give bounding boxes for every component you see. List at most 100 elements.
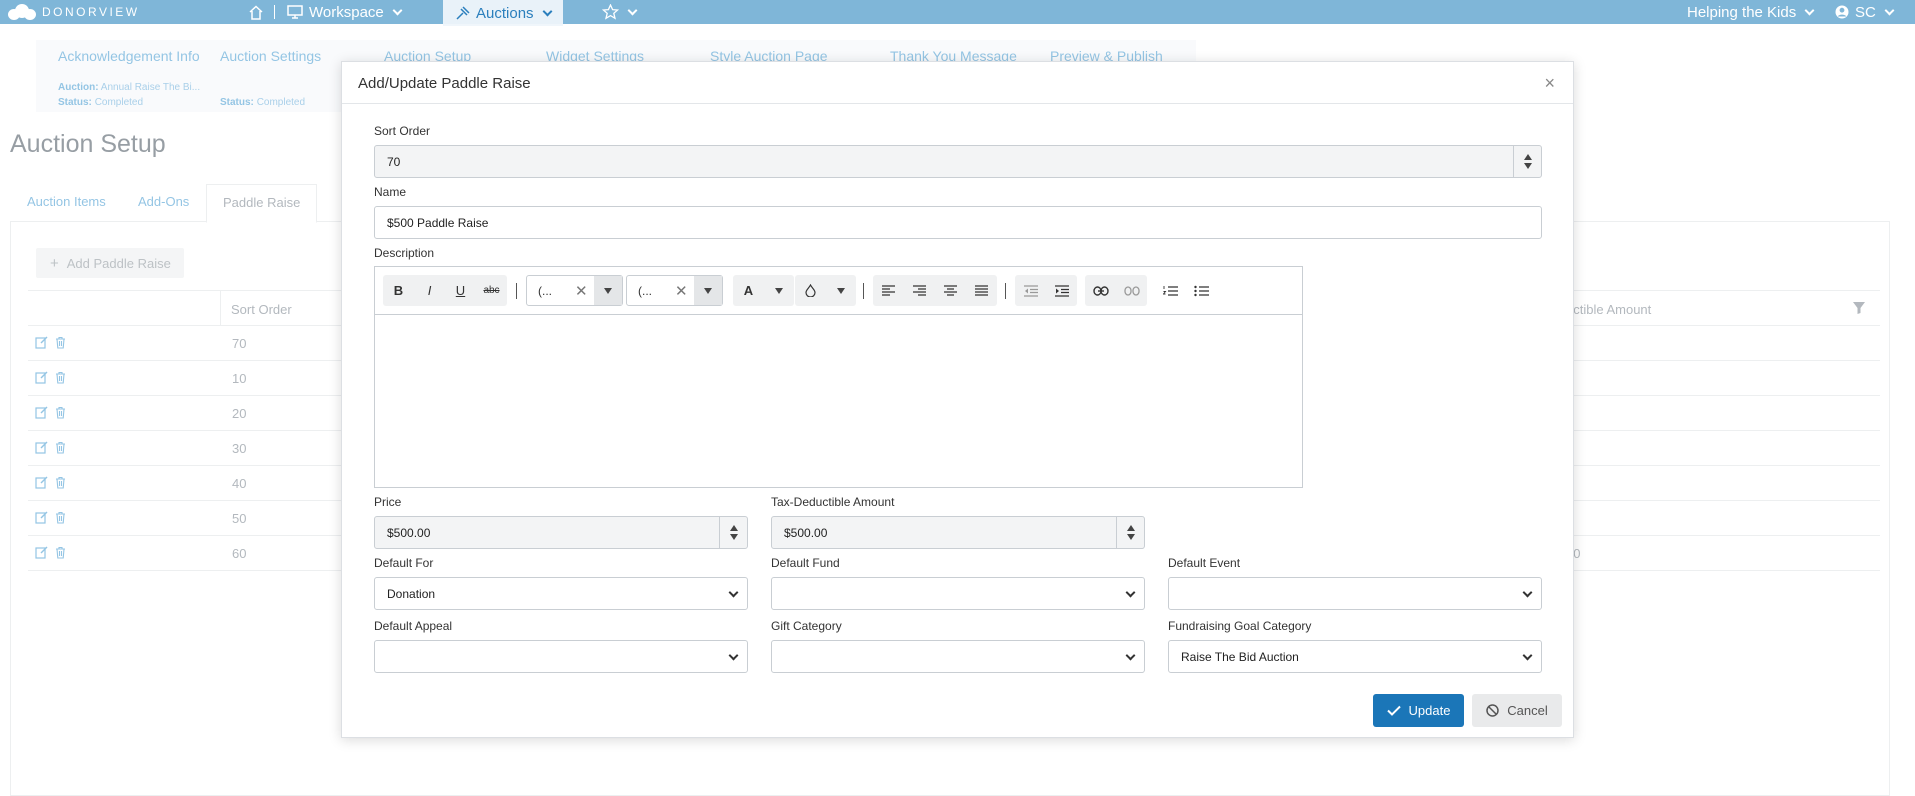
tax-deductible-value: $500.00 [784,525,828,540]
default-appeal-label: Default Appeal [374,619,453,633]
chevron-down-icon [627,5,638,15]
chevron-down-icon [1804,5,1815,15]
price-stepper[interactable] [719,517,747,548]
bullet-list-button[interactable] [1186,275,1217,306]
name-label: Name [374,185,407,199]
decrement-icon[interactable] [1126,534,1135,540]
bold-button[interactable]: B [383,275,414,306]
price-input[interactable]: $500.00 [374,516,748,549]
tax-deductible-stepper[interactable] [1116,517,1144,548]
default-for-value: Donation [387,586,436,601]
organization-menu[interactable]: Helping the Kids [1687,0,1815,24]
star-icon [602,4,619,20]
increment-icon[interactable] [729,525,738,531]
top-navbar: DONORVIEW Workspace Auctions Helping the… [0,0,1915,26]
price-value: $500.00 [387,525,431,540]
description-label: Description [374,246,435,260]
gift-category-label: Gift Category [771,619,842,633]
clear-icon[interactable]: ✕ [575,282,588,300]
brand-name: DONORVIEW [42,5,140,19]
font-size-combobox[interactable]: (... ✕ [626,275,723,306]
indent-button[interactable] [1046,275,1077,306]
toolbar-separator [1005,283,1006,299]
user-circle-icon [1835,5,1849,19]
nav-separator [274,5,275,19]
tax-deductible-input[interactable]: $500.00 [771,516,1145,549]
chevron-down-icon [1884,5,1895,15]
droplet-icon [795,275,826,306]
bullet-list-icon [1194,285,1209,296]
default-fund-label: Default Fund [771,556,840,570]
default-for-select[interactable]: Donation [374,577,748,610]
name-value: $500 Paddle Raise [387,215,489,230]
gavel-icon [456,5,470,20]
toolbar-separator [863,283,864,299]
gift-category-select[interactable] [771,640,1145,673]
default-event-label: Default Event [1168,556,1241,570]
description-editor: B I U abc (... ✕ (... ✕ A [374,266,1303,488]
font-name-combobox[interactable]: (... ✕ [526,275,623,306]
fundraising-goal-category-value: Raise The Bid Auction [1181,649,1299,664]
default-fund-select[interactable] [771,577,1145,610]
font-name-value: (... [538,284,552,298]
sort-order-stepper[interactable] [1513,146,1541,177]
sort-order-value: 70 [387,154,401,169]
align-justify-button[interactable] [966,275,997,306]
align-left-button[interactable] [873,275,904,306]
outdent-icon [1023,284,1038,297]
update-button[interactable]: Update [1373,694,1464,727]
decrement-icon[interactable] [1523,163,1532,169]
home-button[interactable] [248,0,279,24]
chevron-down-icon [1522,650,1533,661]
modal-title: Add/Update Paddle Raise [358,75,531,92]
fundraising-goal-category-select[interactable]: Raise The Bid Auction [1168,640,1542,673]
workspace-menu[interactable]: Workspace [287,0,403,24]
update-label: Update [1408,703,1451,718]
paddle-raise-modal: Add/Update Paddle Raise × Sort Order 70 … [341,61,1574,738]
align-right-button[interactable] [904,275,935,306]
dropdown-arrow-button[interactable] [594,276,622,305]
list-button-group [1155,275,1217,306]
monitor-icon [287,5,303,19]
favorites-menu[interactable] [602,0,638,24]
underline-button[interactable]: U [445,275,476,306]
donorview-logo[interactable]: DONORVIEW [8,3,140,21]
font-color-button[interactable]: A [733,275,794,306]
strikethrough-button[interactable]: abc [476,275,507,306]
description-content-area[interactable] [375,315,1302,487]
sort-order-input[interactable]: 70 [374,145,1542,178]
increment-icon[interactable] [1523,154,1532,160]
name-input[interactable]: $500 Paddle Raise [374,206,1542,239]
auctions-menu[interactable]: Auctions [443,0,563,26]
close-icon[interactable]: × [1544,74,1555,92]
sort-order-label: Sort Order [374,124,431,138]
outdent-button[interactable] [1015,275,1046,306]
italic-button[interactable]: I [414,275,445,306]
user-initials: SC [1855,3,1876,21]
tax-deductible-label: Tax-Deductible Amount [771,495,895,509]
chevron-down-icon [1125,650,1136,661]
price-label: Price [374,495,402,509]
caret-down-icon [604,287,612,294]
align-center-button[interactable] [935,275,966,306]
indent-button-group [1015,275,1077,306]
format-button-group: B I U abc [383,275,507,306]
dropdown-arrow-button[interactable] [694,276,722,305]
align-left-icon [882,285,895,296]
clear-icon[interactable]: ✕ [675,282,688,300]
indent-icon [1054,284,1069,297]
increment-icon[interactable] [1126,525,1135,531]
auctions-label: Auctions [476,4,534,22]
remove-link-button[interactable] [1116,275,1147,306]
default-event-select[interactable] [1168,577,1542,610]
insert-link-button[interactable] [1085,275,1116,306]
cancel-label: Cancel [1507,703,1548,718]
user-menu[interactable]: SC [1835,0,1895,24]
chevron-down-icon [1125,587,1136,598]
editor-toolbar: B I U abc (... ✕ (... ✕ A [375,267,1302,315]
cancel-button[interactable]: Cancel [1472,694,1562,727]
decrement-icon[interactable] [729,534,738,540]
background-color-button[interactable] [795,275,856,306]
default-appeal-select[interactable] [374,640,748,673]
ordered-list-button[interactable] [1155,275,1186,306]
